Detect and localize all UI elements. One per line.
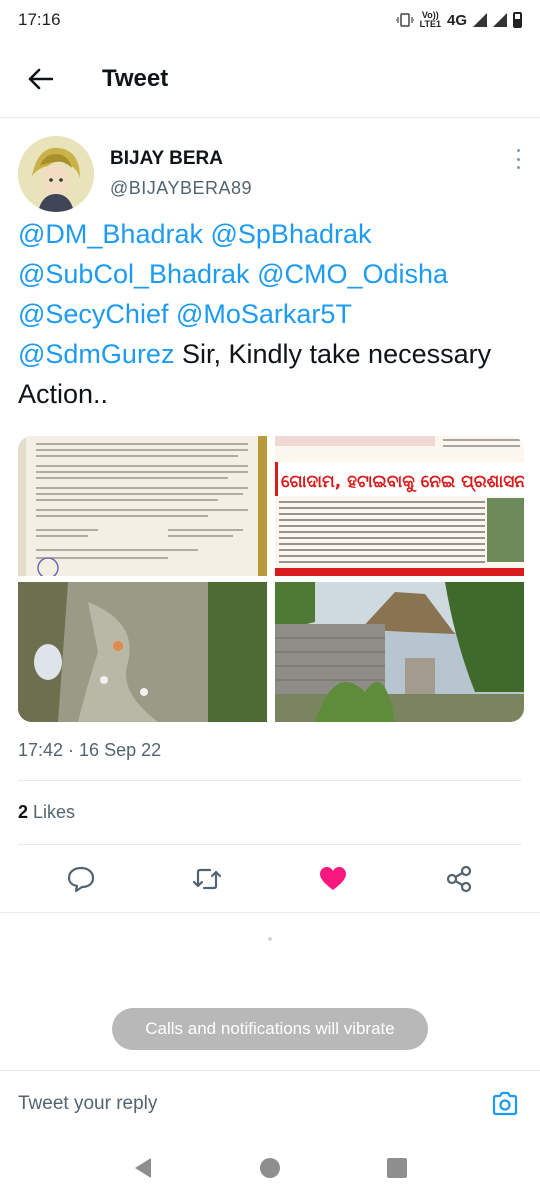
author-name[interactable]: BIJAY BERA xyxy=(110,148,223,170)
network-type: 4G xyxy=(446,11,467,29)
share-button[interactable] xyxy=(437,857,481,901)
tweet-media-grid: ଗୋଦାମ, ହଟାଇବାକୁ ନେଇ ପ୍ରଶାସନକୁ ଜଣା xyxy=(18,436,524,722)
house-photo-image xyxy=(275,582,524,722)
mention-link[interactable]: @SubCol_Bhadrak xyxy=(18,259,250,289)
avatar-image xyxy=(18,136,94,212)
signal-icon xyxy=(493,13,507,27)
recents-square-icon xyxy=(386,1158,407,1178)
likes-label: Likes xyxy=(33,802,76,822)
like-button[interactable] xyxy=(311,857,355,901)
author-handle[interactable]: @BIJAYBERA89 xyxy=(110,178,252,199)
media-photo-document[interactable] xyxy=(18,436,267,576)
avatar[interactable] xyxy=(18,136,94,212)
signal-icon xyxy=(473,13,487,27)
heart-icon xyxy=(320,867,346,890)
mention-link[interactable]: @SecyChief xyxy=(18,299,168,329)
mention-link[interactable]: @SpBhadrak xyxy=(211,219,372,249)
vibrate-icon xyxy=(395,13,414,27)
status-bar: 17:16 Vo)) LTE1 4G xyxy=(0,0,540,40)
toast-notification: Calls and notifications will vibrate xyxy=(112,1008,428,1050)
loading-dot xyxy=(268,937,272,941)
document-photo-image xyxy=(18,436,267,576)
volte-line2: LTE1 xyxy=(419,19,441,29)
mention-link[interactable]: @SdmGurez xyxy=(18,339,174,369)
mention-link[interactable]: @DM_Bhadrak xyxy=(18,219,203,249)
status-icons: Vo)) LTE1 4G xyxy=(395,11,522,29)
home-circle-icon xyxy=(259,1158,280,1178)
newspaper-photo-image: ଗୋଦାମ, ହଟାଇବାକୁ ନେଇ ପ୍ରଶାସନକୁ ଜଣା xyxy=(275,436,524,576)
divider xyxy=(18,844,522,845)
reply-input[interactable] xyxy=(18,1092,488,1115)
status-time: 17:16 xyxy=(18,10,61,29)
svg-text:ଗୋଦାମ, ହଟାଇବାକୁ ନେଇ ପ୍ରଶାସନକୁ: ଗୋଦାମ, ହଟାଇବାକୁ ନେଇ ପ୍ରଶାସନକୁ ଜଣା xyxy=(281,472,524,493)
nav-back-button[interactable] xyxy=(123,1148,163,1188)
volte-indicator: Vo)) LTE1 xyxy=(420,11,441,29)
page-title: Tweet xyxy=(102,64,169,92)
header: Tweet xyxy=(0,40,540,118)
nav-home-button[interactable] xyxy=(250,1148,290,1188)
tweet-text: @DM_Bhadrak @SpBhadrak @SubCol_Bhadrak @… xyxy=(18,214,526,414)
reply-bar xyxy=(0,1070,540,1136)
camera-button[interactable] xyxy=(488,1087,522,1121)
comment-icon xyxy=(67,866,95,893)
mention-link[interactable]: @CMO_Odisha xyxy=(257,259,448,289)
system-navbar xyxy=(0,1136,540,1200)
battery-icon xyxy=(513,12,522,28)
media-photo-house[interactable] xyxy=(275,582,524,722)
tweet-timestamp: 17:42 · 16 Sep 22 xyxy=(18,740,162,760)
share-icon xyxy=(446,865,472,893)
tweet-actions xyxy=(18,856,522,902)
reply-button[interactable] xyxy=(59,857,103,901)
divider xyxy=(0,912,540,913)
media-photo-drain[interactable] xyxy=(18,582,267,722)
back-triangle-icon xyxy=(135,1158,152,1178)
drain-photo-image xyxy=(18,582,267,722)
likes-count[interactable]: 2 Likes xyxy=(18,802,75,823)
media-photo-newspaper[interactable]: ଗୋଦାମ, ହଟାଇବାକୁ ନେଇ ପ୍ରଶାସନକୁ ଜଣା xyxy=(275,436,524,576)
retweet-icon xyxy=(192,868,222,890)
nav-recents-button[interactable] xyxy=(377,1148,417,1188)
divider xyxy=(18,780,522,781)
back-button[interactable] xyxy=(16,55,64,103)
camera-icon xyxy=(492,1091,518,1115)
mention-link[interactable]: @MoSarkar5T xyxy=(176,299,352,329)
retweet-button[interactable] xyxy=(185,857,229,901)
more-options-icon[interactable] xyxy=(508,146,528,172)
likes-number: 2 xyxy=(18,802,29,822)
arrow-left-icon xyxy=(28,68,53,89)
tweet-author: BIJAY BERA @BIJAYBERA89 xyxy=(18,136,528,216)
